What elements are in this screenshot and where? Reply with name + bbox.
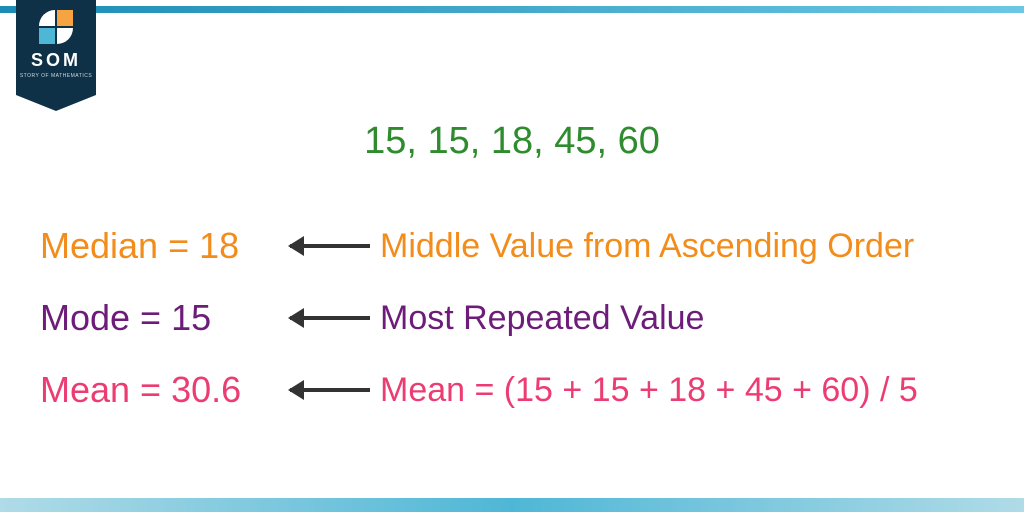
mode-value: Mode = 15 xyxy=(40,297,280,339)
arrow-left-icon xyxy=(290,244,370,248)
brand-tagline: STORY OF MATHEMATICS xyxy=(16,73,96,79)
mean-row: Mean = 30.6 Mean = (15 + 15 + 18 + 45 + … xyxy=(40,354,1000,426)
arrow-left-icon xyxy=(290,316,370,320)
mode-row: Mode = 15 Most Repeated Value xyxy=(40,282,1000,354)
sorted-data-list: 15, 15, 18, 45, 60 xyxy=(0,120,1024,163)
page: SOM STORY OF MATHEMATICS 15, 15, 18, 45,… xyxy=(0,0,1024,512)
bottom-accent-bar xyxy=(0,498,1024,512)
brand-logo-icon xyxy=(39,10,73,44)
arrow-left-icon xyxy=(290,388,370,392)
brand-badge: SOM STORY OF MATHEMATICS xyxy=(16,0,96,95)
median-row: Median = 18 Middle Value from Ascending … xyxy=(40,210,1000,282)
mode-description: Most Repeated Value xyxy=(380,299,1000,338)
brand-name: SOM xyxy=(16,50,96,71)
top-accent-bar xyxy=(0,6,1024,13)
median-description: Middle Value from Ascending Order xyxy=(380,227,1000,266)
mean-value: Mean = 30.6 xyxy=(40,369,280,411)
stats-rows: Median = 18 Middle Value from Ascending … xyxy=(40,210,1000,426)
mean-description: Mean = (15 + 15 + 18 + 45 + 60) / 5 xyxy=(380,371,1000,410)
median-value: Median = 18 xyxy=(40,225,280,267)
